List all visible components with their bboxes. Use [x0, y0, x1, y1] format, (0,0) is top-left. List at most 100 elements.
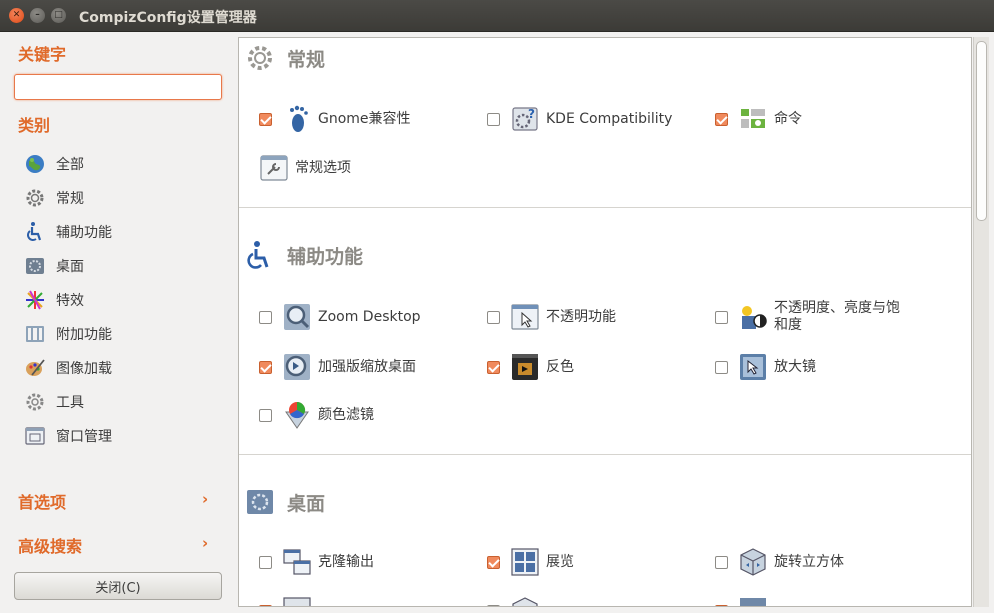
extras-icon [26, 326, 44, 342]
plugin-checkbox[interactable] [715, 555, 728, 569]
plugin-checkbox[interactable] [487, 555, 500, 569]
plugin-label: 克隆输出 [318, 553, 374, 570]
plugin-item[interactable]: 克隆输出 [259, 545, 374, 579]
plugin-item[interactable]: 命令 [715, 102, 802, 136]
plugin-checkbox[interactable] [487, 360, 500, 374]
category-label: 常规 [56, 191, 84, 207]
plugin-checkbox[interactable] [715, 310, 728, 324]
plugin-item[interactable]: 放大镜 [715, 350, 816, 384]
category-label: 工具 [56, 395, 84, 411]
plugin-item[interactable]: 展览 [487, 545, 574, 579]
close-button[interactable]: 关闭(C) [14, 572, 222, 600]
gnome-foot-icon [290, 105, 308, 132]
plugin-checkbox[interactable] [487, 112, 500, 126]
plugin-label: 常规选项 [295, 159, 351, 176]
window-management-icon [25, 427, 45, 445]
plugin-item[interactable]: 反色 [487, 350, 574, 384]
section-header-general: 常规 [245, 42, 325, 74]
plugin-item[interactable]: 旋转立方体 [715, 545, 844, 579]
chevron-right-icon[interactable]: › [202, 534, 208, 552]
category-accessibility[interactable]: 辅助功能 [24, 221, 112, 243]
desktop-icon [247, 490, 273, 514]
plugin-label: KDE Compatibility [546, 110, 673, 127]
advanced-search-link[interactable]: 高级搜索 [18, 533, 82, 557]
plugin-item[interactable]: 颜色滤镜 [259, 398, 374, 432]
plugin-checkbox[interactable] [259, 310, 272, 324]
general-options-icon [260, 155, 288, 181]
plugin-checkbox[interactable] [259, 360, 272, 374]
plugin-label: 放大镜 [774, 358, 816, 375]
plugin-icon [283, 597, 311, 606]
plugin-label: 不透明功能 [546, 308, 616, 325]
desktop-icon [26, 258, 44, 274]
window-minimize-button[interactable]: – [30, 8, 45, 23]
expo-icon [511, 548, 539, 576]
category-effects[interactable]: 特效 [24, 289, 84, 311]
category-label: 全部 [56, 157, 84, 173]
plugin-label: 命令 [774, 110, 802, 127]
negative-icon [512, 354, 538, 380]
category-extras[interactable]: 附加功能 [24, 323, 112, 345]
scrollbar-thumb[interactable] [976, 41, 987, 221]
category-desktop[interactable]: 桌面 [24, 255, 84, 277]
plugin-checkbox[interactable] [715, 604, 728, 606]
color-filter-icon [285, 401, 309, 429]
chevron-right-icon[interactable]: › [202, 490, 208, 508]
zoom-desktop-icon [284, 304, 310, 330]
effects-icon [26, 290, 44, 310]
plugin-label: 颜色滤镜 [318, 406, 374, 423]
plugin-checkbox[interactable] [487, 310, 500, 324]
plugin-item[interactable]: Zoom Desktop [259, 300, 421, 334]
plugin-item[interactable]: 常规选项 [259, 151, 351, 185]
plugin-icon [740, 598, 766, 606]
plugin-item[interactable]: Gnome兼容性 [259, 102, 411, 136]
section-title: 辅助功能 [287, 245, 364, 268]
category-utility[interactable]: 工具 [24, 391, 84, 413]
plugin-label: 展览 [546, 553, 574, 570]
sidebar: 关键字 类别 全部 常规 辅助功能 桌面 特效 附加功能 图像加载 工具 窗口管… [0, 33, 236, 613]
category-image-loading[interactable]: 图像加载 [24, 357, 112, 379]
plugin-item[interactable]: 不透明度、亮度与饱和度 [715, 300, 904, 334]
plugin-item[interactable] [715, 594, 774, 606]
preferences-link[interactable]: 首选项 [18, 489, 66, 513]
category-window-management[interactable]: 窗口管理 [24, 425, 112, 447]
plugin-icon [512, 597, 538, 606]
plugin-item[interactable]: 加强版缩放桌面 [259, 350, 416, 384]
plugin-checkbox[interactable] [259, 555, 272, 569]
plugin-label: Zoom Desktop [318, 308, 421, 325]
plugin-checkbox[interactable] [259, 408, 272, 422]
section-title: 桌面 [287, 492, 326, 515]
plugin-list-panel: 常规 Gnome兼容性 ? KDE Compatibility 命令 常规选项 … [238, 37, 972, 607]
plugin-checkbox[interactable] [259, 604, 272, 606]
plugin-checkbox[interactable] [259, 112, 272, 126]
window-maximize-button[interactable]: □ [51, 8, 66, 23]
section-header-accessibility: 辅助功能 [245, 239, 363, 271]
plugin-item[interactable]: 不透明功能 [487, 300, 616, 334]
keyword-heading: 关键字 [18, 45, 67, 64]
category-label: 桌面 [56, 259, 84, 275]
plugin-checkbox[interactable] [487, 604, 500, 606]
plugin-label: 加强版缩放桌面 [318, 358, 416, 375]
magnifier-icon [740, 354, 766, 380]
category-label: 窗口管理 [56, 429, 112, 445]
search-input[interactable] [14, 74, 222, 100]
category-general[interactable]: 常规 [24, 187, 84, 209]
plugin-label: 不透明度、亮度与饱和度 [774, 300, 900, 333]
plugin-item[interactable] [259, 594, 318, 606]
category-all[interactable]: 全部 [24, 153, 84, 175]
plugin-checkbox[interactable] [715, 360, 728, 374]
gear-icon [248, 46, 272, 70]
category-heading: 类别 [18, 116, 51, 135]
plugin-item[interactable] [487, 594, 546, 606]
kde-compat-icon: ? [512, 107, 538, 131]
plugin-label: 反色 [546, 358, 574, 375]
enhanced-zoom-icon [284, 354, 310, 380]
window-close-button[interactable]: ✕ [9, 8, 24, 23]
vertical-scrollbar[interactable] [973, 37, 989, 607]
section-header-desktop: 桌面 [245, 486, 325, 518]
brightness-saturation-icon [742, 306, 767, 329]
plugin-checkbox[interactable] [715, 112, 728, 126]
category-label: 图像加载 [56, 361, 112, 377]
plugin-item[interactable]: ? KDE Compatibility [487, 102, 676, 136]
gear-icon [26, 189, 44, 207]
